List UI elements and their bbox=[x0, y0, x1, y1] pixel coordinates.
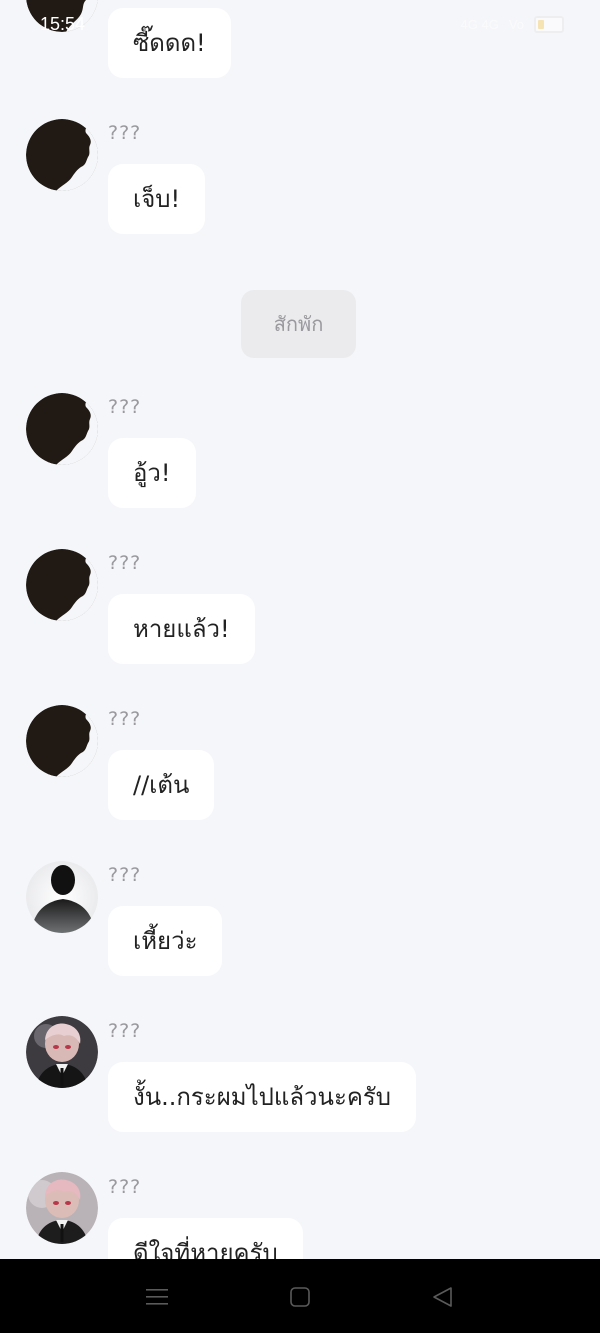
message-bubble[interactable]: เจ็บ! bbox=[108, 164, 206, 234]
message-bubble[interactable]: //เต้น bbox=[108, 750, 215, 820]
message-bubble[interactable]: หายแล้ว! bbox=[108, 594, 255, 664]
sender-name: ??? bbox=[108, 552, 142, 574]
avatar[interactable] bbox=[26, 1172, 98, 1244]
avatar[interactable] bbox=[26, 119, 98, 191]
network-indicator: Vo bbox=[508, 17, 524, 32]
sender-name: ??? bbox=[108, 864, 142, 886]
anime-character-avatar-icon bbox=[26, 1172, 98, 1244]
message-bubble[interactable]: งั้น..กระผมไปแล้วนะครับ bbox=[108, 1062, 417, 1132]
silhouette-avatar-icon bbox=[26, 393, 98, 465]
sender-name: ??? bbox=[108, 122, 142, 144]
home-icon[interactable] bbox=[286, 1283, 314, 1311]
message-bubble[interactable]: อู้ว! bbox=[108, 438, 196, 508]
anime-character-avatar-icon bbox=[26, 1016, 98, 1088]
system-message: สักพัก bbox=[241, 290, 356, 358]
avatar[interactable] bbox=[26, 861, 98, 933]
avatar[interactable] bbox=[26, 393, 98, 465]
status-icons: 4G 4G Vo bbox=[461, 16, 564, 33]
back-icon[interactable] bbox=[429, 1283, 457, 1311]
silhouette-avatar-icon bbox=[26, 119, 98, 191]
navigation-bar bbox=[0, 1259, 600, 1333]
avatar[interactable] bbox=[26, 1016, 98, 1088]
person-silhouette-icon bbox=[26, 861, 98, 933]
signal-indicator: 4G 4G bbox=[460, 17, 499, 32]
sender-name: ??? bbox=[108, 1176, 142, 1198]
status-time: 15:54 bbox=[40, 14, 86, 34]
message-bubble[interactable]: เหี้ยว่ะ bbox=[108, 906, 223, 976]
silhouette-avatar-icon bbox=[26, 705, 98, 777]
sender-name: ??? bbox=[108, 708, 142, 730]
avatar[interactable] bbox=[26, 705, 98, 777]
battery-icon bbox=[534, 16, 564, 33]
sender-name: ??? bbox=[108, 396, 142, 418]
menu-icon[interactable] bbox=[143, 1283, 171, 1311]
status-bar: 15:54 4G 4G Vo bbox=[0, 0, 600, 52]
avatar[interactable] bbox=[26, 549, 98, 621]
sender-name: ??? bbox=[108, 1020, 142, 1042]
silhouette-avatar-icon bbox=[26, 549, 98, 621]
